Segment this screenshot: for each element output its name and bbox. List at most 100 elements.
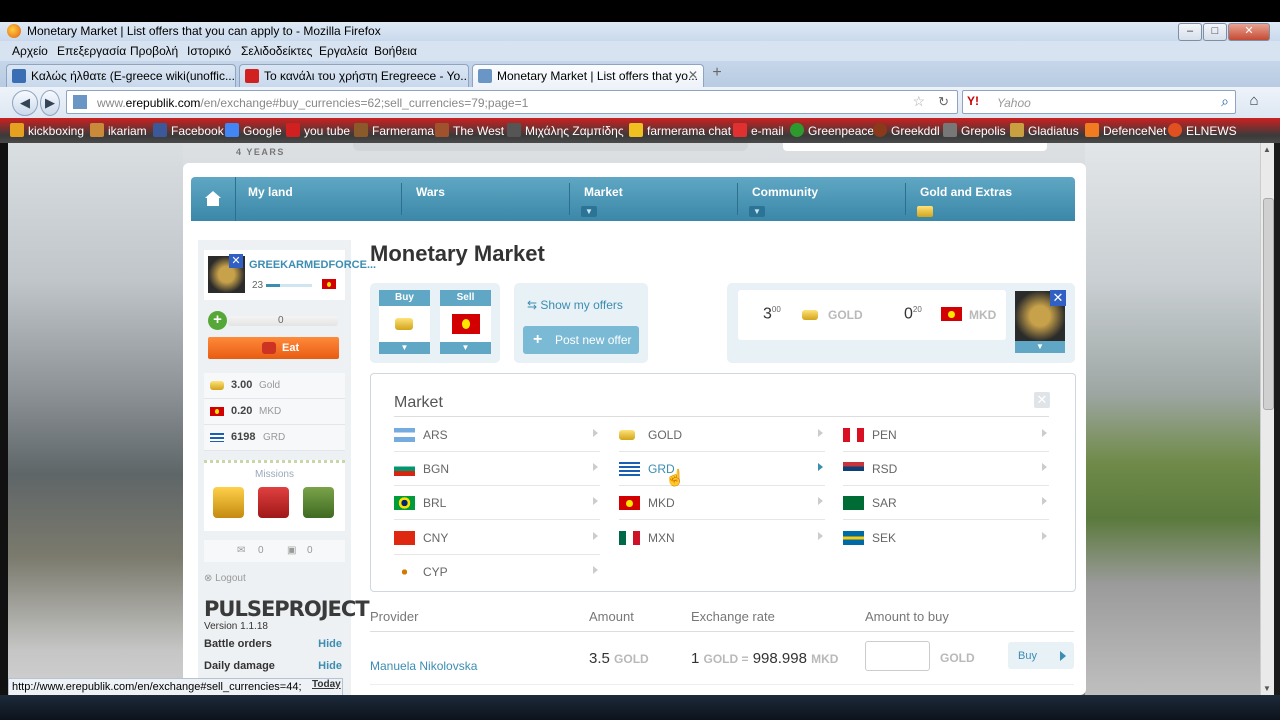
- tab-youtube-channel[interactable]: Το κανάλι του χρήστη Eregreece - Yo...: [239, 64, 469, 87]
- bookmark-icon: [435, 123, 449, 137]
- tab-monetary-market[interactable]: Monetary Market | List offers that yo...…: [472, 64, 704, 87]
- currency-option-cyp[interactable]: CYP: [394, 554, 600, 588]
- currency-option-sek[interactable]: SEK: [843, 520, 1049, 554]
- bookmark-icon: [873, 123, 887, 137]
- menu-tools[interactable]: Εργαλεία: [319, 44, 368, 58]
- page-scrollbar[interactable]: ▲ ▼: [1260, 143, 1275, 695]
- eat-button[interactable]: Eat: [208, 337, 339, 359]
- home-icon[interactable]: ⌂: [1243, 92, 1265, 112]
- bookmark-kickboxing[interactable]: kickboxing: [10, 123, 84, 138]
- bookmark-zampidis[interactable]: Μιχάλης Ζαμπίδης: [507, 123, 624, 138]
- new-tab-button[interactable]: +: [706, 64, 728, 84]
- mouse-pointer-icon: ☝: [665, 470, 685, 487]
- address-bar[interactable]: www.erepublik.com/en/exchange#buy_curren…: [66, 90, 958, 114]
- home-nav-button[interactable]: [191, 177, 236, 221]
- amount-to-buy-input[interactable]: [865, 641, 930, 671]
- buy-button[interactable]: Buy: [1008, 642, 1074, 669]
- bookmark-the-west[interactable]: The West: [435, 123, 504, 138]
- logout-link[interactable]: ⊗ Logout: [204, 573, 246, 584]
- bookmarks-toolbar: kickboxing ikariam Facebook Google you t…: [0, 118, 1280, 143]
- menu-file[interactable]: Αρχείο: [12, 44, 48, 58]
- nav-wars[interactable]: Wars: [404, 177, 569, 221]
- chevron-right-icon: [1042, 463, 1047, 471]
- reload-icon[interactable]: ↻: [938, 94, 949, 110]
- scroll-down-icon[interactable]: ▼: [1263, 684, 1271, 693]
- wallet-gold: 3.00 Gold: [204, 373, 345, 399]
- nav-gold-and-extras[interactable]: Gold and Extras: [908, 177, 1073, 221]
- back-button[interactable]: ◀: [12, 90, 38, 116]
- daily-damage-row: Daily damage Hide: [204, 660, 342, 672]
- bookmark-defencenet[interactable]: DefenceNet: [1085, 123, 1166, 138]
- maximize-button[interactable]: □: [1203, 23, 1227, 41]
- post-new-offer-button[interactable]: + Post new offer: [523, 326, 639, 354]
- menu-bookmarks[interactable]: Σελιδοδείκτες: [241, 44, 312, 58]
- yahoo-engine-icon[interactable]: Y!: [967, 94, 979, 108]
- bookmark-email[interactable]: e-mail: [733, 123, 784, 138]
- mission-icon[interactable]: [213, 487, 244, 518]
- add-energy-button[interactable]: +: [208, 311, 227, 330]
- bookmark-facebook[interactable]: Facebook: [153, 123, 224, 138]
- table-row: Manuela Nikolovska 3.5 GOLD 1 GOLD = 998…: [370, 640, 1074, 685]
- menu-edit[interactable]: Επεξεργασία: [57, 44, 126, 58]
- minimize-button[interactable]: –: [1178, 23, 1202, 41]
- currency-option-rsd[interactable]: RSD: [843, 451, 1049, 486]
- sell-currency-selector[interactable]: Sell ▼: [440, 290, 491, 354]
- chevron-down-icon: ▼: [440, 342, 491, 354]
- currency-option-brl[interactable]: BRL: [394, 485, 600, 520]
- bookmark-google[interactable]: Google: [225, 123, 282, 138]
- chevron-right-icon: [818, 429, 823, 437]
- bookmark-gladiatus[interactable]: Gladiatus: [1010, 123, 1079, 138]
- currency-option-grd[interactable]: GRD: [619, 451, 825, 486]
- nav-community[interactable]: Community ▼: [740, 177, 905, 221]
- main-navigation: My land Wars Market ▼ Community ▼ Gold and…: [191, 177, 1075, 221]
- tab-egreece-wiki[interactable]: Καλώς ήλθατε (E-greece wiki(unoffic...: [6, 64, 236, 87]
- bookmark-grepolis[interactable]: Grepolis: [943, 123, 1006, 138]
- bookmark-greekddl[interactable]: Greekddl: [873, 123, 940, 138]
- bookmark-greenpeace[interactable]: Greenpeace: [790, 123, 874, 138]
- menu-history[interactable]: Ιστορικό: [187, 44, 231, 58]
- bookmark-farmerama-chat[interactable]: farmerama chat: [629, 123, 731, 138]
- menu-view[interactable]: Προβολή: [130, 44, 178, 58]
- hide-battle-orders-link[interactable]: Hide: [318, 638, 342, 650]
- buy-currency-selector[interactable]: Buy ▼: [379, 290, 430, 354]
- currency-option-gold[interactable]: GOLD: [619, 417, 825, 452]
- bookmark-star-icon[interactable]: ☆: [912, 93, 925, 110]
- show-my-offers-link[interactable]: ⇆ Show my offers: [527, 298, 623, 312]
- currency-option-mkd[interactable]: MKD: [619, 485, 825, 520]
- chevron-down-icon[interactable]: ▼: [1015, 341, 1065, 353]
- hide-daily-damage-link[interactable]: Hide: [318, 660, 342, 672]
- mission-tank-icon[interactable]: [303, 487, 334, 518]
- level-value: 23: [252, 280, 264, 291]
- bookmark-elnews[interactable]: ELNEWS: [1168, 123, 1237, 138]
- close-tab-icon[interactable]: ✕: [688, 68, 698, 82]
- username-link[interactable]: GREEKARMEDFORCE...: [249, 259, 376, 271]
- messages-icon[interactable]: ✉: [237, 545, 245, 556]
- forward-button[interactable]: ▶: [40, 90, 60, 116]
- bookmark-ikariam[interactable]: ikariam: [90, 123, 147, 138]
- currency-option-bgn[interactable]: BGN: [394, 451, 600, 486]
- search-citizen-input[interactable]: [783, 143, 1047, 151]
- currency-option-ars[interactable]: ARS: [394, 417, 600, 452]
- scrollbar-thumb[interactable]: [1263, 198, 1274, 410]
- bookmark-youtube[interactable]: you tube: [286, 123, 350, 138]
- energy-value: 0: [278, 315, 284, 326]
- search-bar[interactable]: Y! Yahoo ⌕: [962, 90, 1236, 114]
- bookmark-farmerama[interactable]: Farmerama: [354, 123, 434, 138]
- nav-my-land[interactable]: My land: [236, 177, 401, 221]
- nav-market[interactable]: Market ▼: [572, 177, 737, 221]
- currency-option-mxn[interactable]: MXN: [619, 520, 825, 554]
- mission-flag-icon[interactable]: [258, 487, 289, 518]
- currency-option-cny[interactable]: CNY: [394, 520, 600, 555]
- alerts-icon[interactable]: ▣: [287, 545, 296, 556]
- provider-link[interactable]: Manuela Nikolovska: [370, 659, 477, 673]
- close-window-button[interactable]: ✕: [1228, 23, 1270, 41]
- scroll-up-icon[interactable]: ▲: [1263, 145, 1271, 154]
- search-icon[interactable]: ⌕: [1221, 93, 1229, 110]
- currency-option-pen[interactable]: PEN: [843, 417, 1049, 452]
- currency-option-sar[interactable]: SAR: [843, 485, 1049, 520]
- column-amount: Amount: [589, 609, 634, 624]
- pulse-version: Version 1.1.18: [204, 621, 268, 632]
- menu-help[interactable]: Βοήθεια: [374, 44, 417, 58]
- close-market-icon[interactable]: ✕: [1034, 392, 1050, 408]
- tab-bar: Καλώς ήλθατε (E-greece wiki(unoffic... Τ…: [0, 61, 1280, 87]
